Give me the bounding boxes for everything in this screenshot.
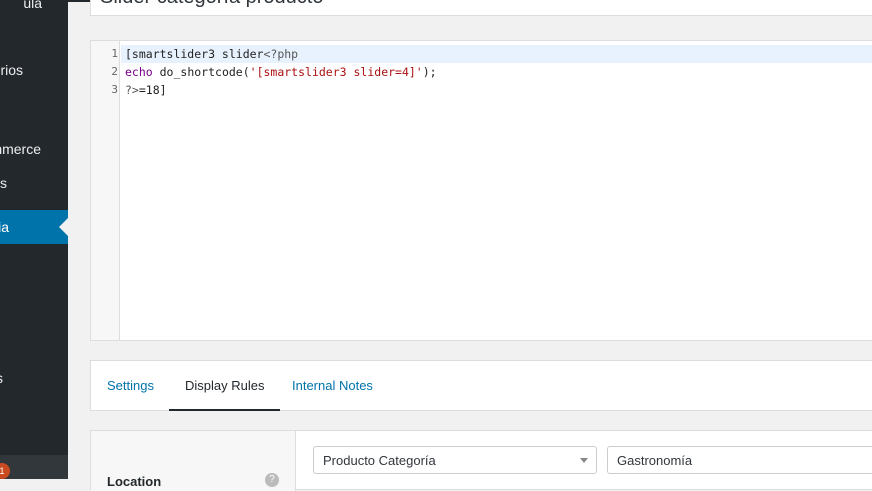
tab-display-rules[interactable]: Display Rules <box>169 361 281 411</box>
display-rules-panel: Location ? Producto Categoría Gastronomí… <box>90 430 872 491</box>
code-token: <?php <box>263 47 299 61</box>
rule-type-value: Producto Categoría <box>323 453 436 468</box>
sidebar-item-label: ula <box>23 0 42 11</box>
active-indicator <box>59 218 68 236</box>
sidebar-item-4[interactable]: s <box>0 174 68 194</box>
code-line-3[interactable]: ?>=18] <box>125 83 167 97</box>
sidebar-item-1[interactable]: ula <box>0 0 68 15</box>
sidebar-item-2[interactable]: rios <box>0 60 68 80</box>
code-token: ?> <box>125 83 139 97</box>
title-field[interactable]: Slider categoría producto <box>90 0 872 16</box>
sidebar-item-label: rios <box>0 62 23 78</box>
rules-label-column: Location ? <box>91 431 296 491</box>
code-token: ); <box>422 65 437 79</box>
code-line-2[interactable]: echo do_shortcode('[smartslider3 slider=… <box>125 65 437 79</box>
sidebar-item-label: nmerce <box>0 141 41 157</box>
sidebar-item-label: s <box>0 175 7 191</box>
code-token: '[smartslider3 slider=4]' <box>249 65 423 79</box>
sidebar-item-label: ia <box>0 219 9 235</box>
code-token: do_shortcode( <box>152 65 250 79</box>
code-token: echo <box>125 65 153 79</box>
line-number: 3 <box>111 83 118 96</box>
code-token: [smartslider3 slider <box>125 47 264 61</box>
chevron-down-icon <box>580 458 588 463</box>
help-icon[interactable]: ? <box>265 473 279 487</box>
sidebar-item-woocommerce[interactable]: nmerce <box>0 140 68 160</box>
line-number-gutter: 1 2 3 <box>91 41 120 340</box>
rule-value-select[interactable]: Gastronomía <box>607 446 872 474</box>
settings-tabs: Settings Display Rules Internal Notes <box>90 360 872 411</box>
code-editor[interactable]: 1 2 3 [smartslider3 slider<?php echo do_… <box>90 40 872 341</box>
title-value: Slider categoría producto <box>100 0 323 9</box>
sidebar-item-6[interactable]: s <box>0 369 68 389</box>
tab-settings[interactable]: Settings <box>107 361 154 411</box>
admin-sidebar: ula rios nmerce s ia s 1 <box>0 0 68 479</box>
rule-type-select[interactable]: Producto Categoría <box>313 446 597 474</box>
sidebar-item-bottom[interactable] <box>0 455 68 479</box>
sidebar-item-label: s <box>0 370 3 386</box>
tab-internal-notes[interactable]: Internal Notes <box>292 361 373 411</box>
code-token: =18] <box>138 83 167 97</box>
sidebar-item-active[interactable]: ia <box>0 210 68 244</box>
code-line-1[interactable]: [smartslider3 slider<?php <box>125 47 298 61</box>
rule-value: Gastronomía <box>617 453 693 468</box>
location-label: Location <box>107 474 162 489</box>
line-number: 2 <box>111 65 118 78</box>
line-number: 1 <box>111 47 118 60</box>
